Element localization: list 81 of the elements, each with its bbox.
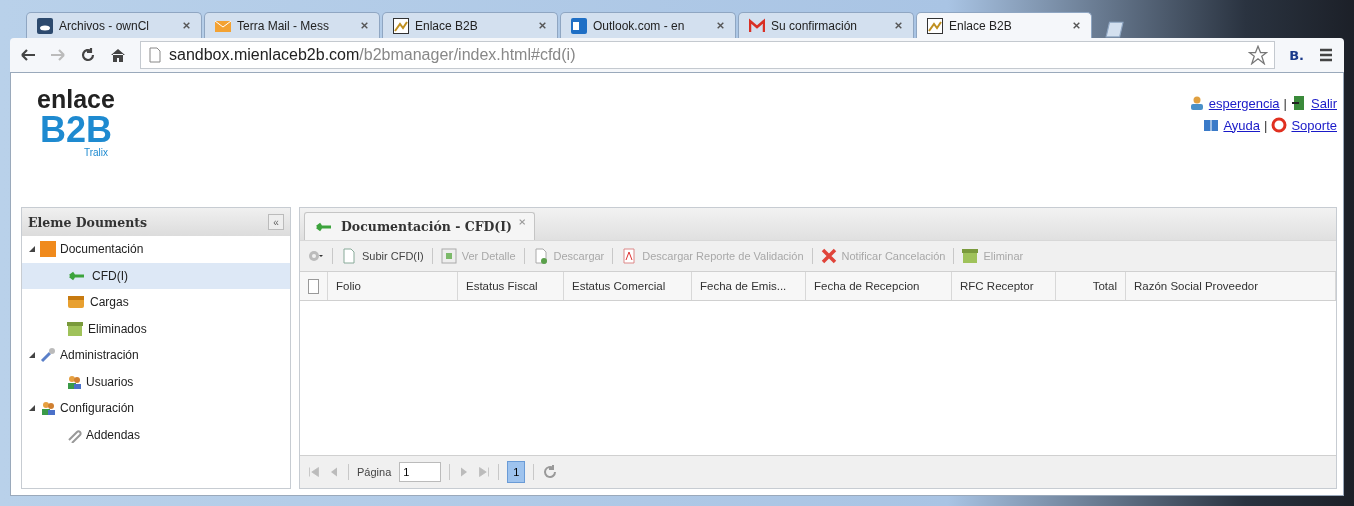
browser-tab[interactable]: Terra Mail - Mess	[204, 12, 380, 38]
tree-item[interactable]: Usuarios	[22, 368, 290, 395]
panel-title: Eleme Douments	[28, 214, 148, 230]
cross-icon	[820, 248, 837, 264]
picture-icon	[393, 17, 409, 34]
forward-icon	[50, 47, 66, 63]
extension-button[interactable]: B.	[1289, 47, 1304, 63]
first-page-icon	[308, 466, 320, 478]
expanded-triangle-icon	[28, 351, 36, 360]
users-icon	[40, 400, 56, 417]
expanded-triangle-icon	[28, 245, 36, 254]
column-header[interactable]: Estatus Fiscal	[458, 272, 564, 300]
logo: enlace B2B Tralix	[36, 87, 116, 158]
tree-item[interactable]: Cargas	[22, 289, 290, 316]
column-header[interactable]: RFC Receptor	[952, 272, 1056, 300]
tree-item[interactable]: Documentación	[22, 236, 290, 263]
em-icon	[40, 241, 56, 258]
folder-icon	[66, 294, 86, 311]
column-header[interactable]: Fecha de Recepcion	[806, 272, 952, 300]
outlook-icon	[571, 17, 587, 34]
reload-icon	[80, 47, 96, 63]
book-icon	[1203, 117, 1220, 133]
door-icon	[1291, 95, 1307, 111]
expanded-triangle-icon	[28, 404, 36, 413]
window-icon	[440, 248, 457, 264]
lifebuoy-icon	[1271, 117, 1288, 133]
separator: |	[1283, 95, 1287, 111]
back-icon	[20, 47, 36, 63]
page-label: Página	[357, 466, 392, 478]
page-input[interactable]: 1	[399, 462, 442, 482]
page-icon	[147, 47, 163, 63]
tree-item[interactable]: Administración	[22, 342, 290, 369]
last-page-icon	[478, 466, 491, 478]
star-icon	[1248, 45, 1269, 65]
tree-item[interactable]: Configuración	[22, 395, 290, 422]
close-icon	[716, 21, 725, 30]
document-icon	[341, 248, 357, 264]
header-link[interactable]: Soporte	[1291, 117, 1337, 133]
separator: |	[1264, 117, 1268, 133]
tree-item[interactable]: CFD(I)	[22, 262, 290, 289]
panel-tab[interactable]: Documentación - CFD(I) ×	[304, 212, 536, 240]
browser-tab[interactable]: Archivos - ownCl	[26, 12, 202, 38]
page-button[interactable]: 1	[507, 461, 526, 483]
column-header[interactable]: Total	[1056, 272, 1126, 300]
user-icon	[1188, 95, 1205, 111]
column-header[interactable]: Estatus Comercial	[564, 272, 692, 300]
gear-menu-button[interactable]	[306, 248, 326, 264]
close-icon	[182, 21, 191, 30]
bin-icon	[66, 320, 84, 337]
wrench-icon	[40, 347, 56, 364]
pdf-icon	[621, 248, 638, 264]
browser-tab[interactable]: Su confirmación	[738, 12, 914, 38]
users-icon	[66, 373, 82, 390]
header-link[interactable]: espergencia	[1208, 95, 1280, 111]
checkbox[interactable]	[308, 278, 319, 294]
browser-tab[interactable]: Enlace B2B	[916, 12, 1092, 38]
gear-icon	[308, 248, 324, 264]
toolbar-button[interactable]: Subir CFD(I)	[339, 248, 426, 264]
column-header[interactable]: Razón Social Proveedor	[1126, 272, 1336, 300]
tree-item[interactable]: Addendas	[22, 421, 290, 448]
column-header[interactable]: Fecha de Emis...	[692, 272, 806, 300]
close-icon	[538, 21, 547, 30]
browser-tab[interactable]: Enlace B2B	[382, 12, 558, 38]
collapse-button[interactable]: «	[268, 214, 284, 230]
cloud-icon	[37, 17, 53, 34]
picture-icon	[927, 17, 943, 34]
column-header[interactable]: Folio	[328, 272, 458, 300]
browser-tab[interactable]: Outlook.com - en	[560, 12, 736, 38]
header-link[interactable]: Ayuda	[1223, 117, 1261, 133]
header-link[interactable]: Salir	[1311, 95, 1337, 111]
address-bar[interactable]: sandbox.mienlaceb2b.com/b2bmanager/index.html#cfd(i)	[140, 41, 1276, 69]
close-icon	[360, 21, 369, 30]
bin-icon	[962, 248, 979, 264]
download-icon	[532, 248, 549, 264]
refresh-icon	[542, 464, 559, 480]
close-icon	[894, 21, 903, 30]
letter-m-icon	[749, 17, 765, 34]
menu-icon	[1318, 47, 1334, 63]
home-icon	[110, 47, 126, 63]
tree-item[interactable]: Eliminados	[22, 315, 290, 342]
close-icon	[1072, 21, 1081, 30]
